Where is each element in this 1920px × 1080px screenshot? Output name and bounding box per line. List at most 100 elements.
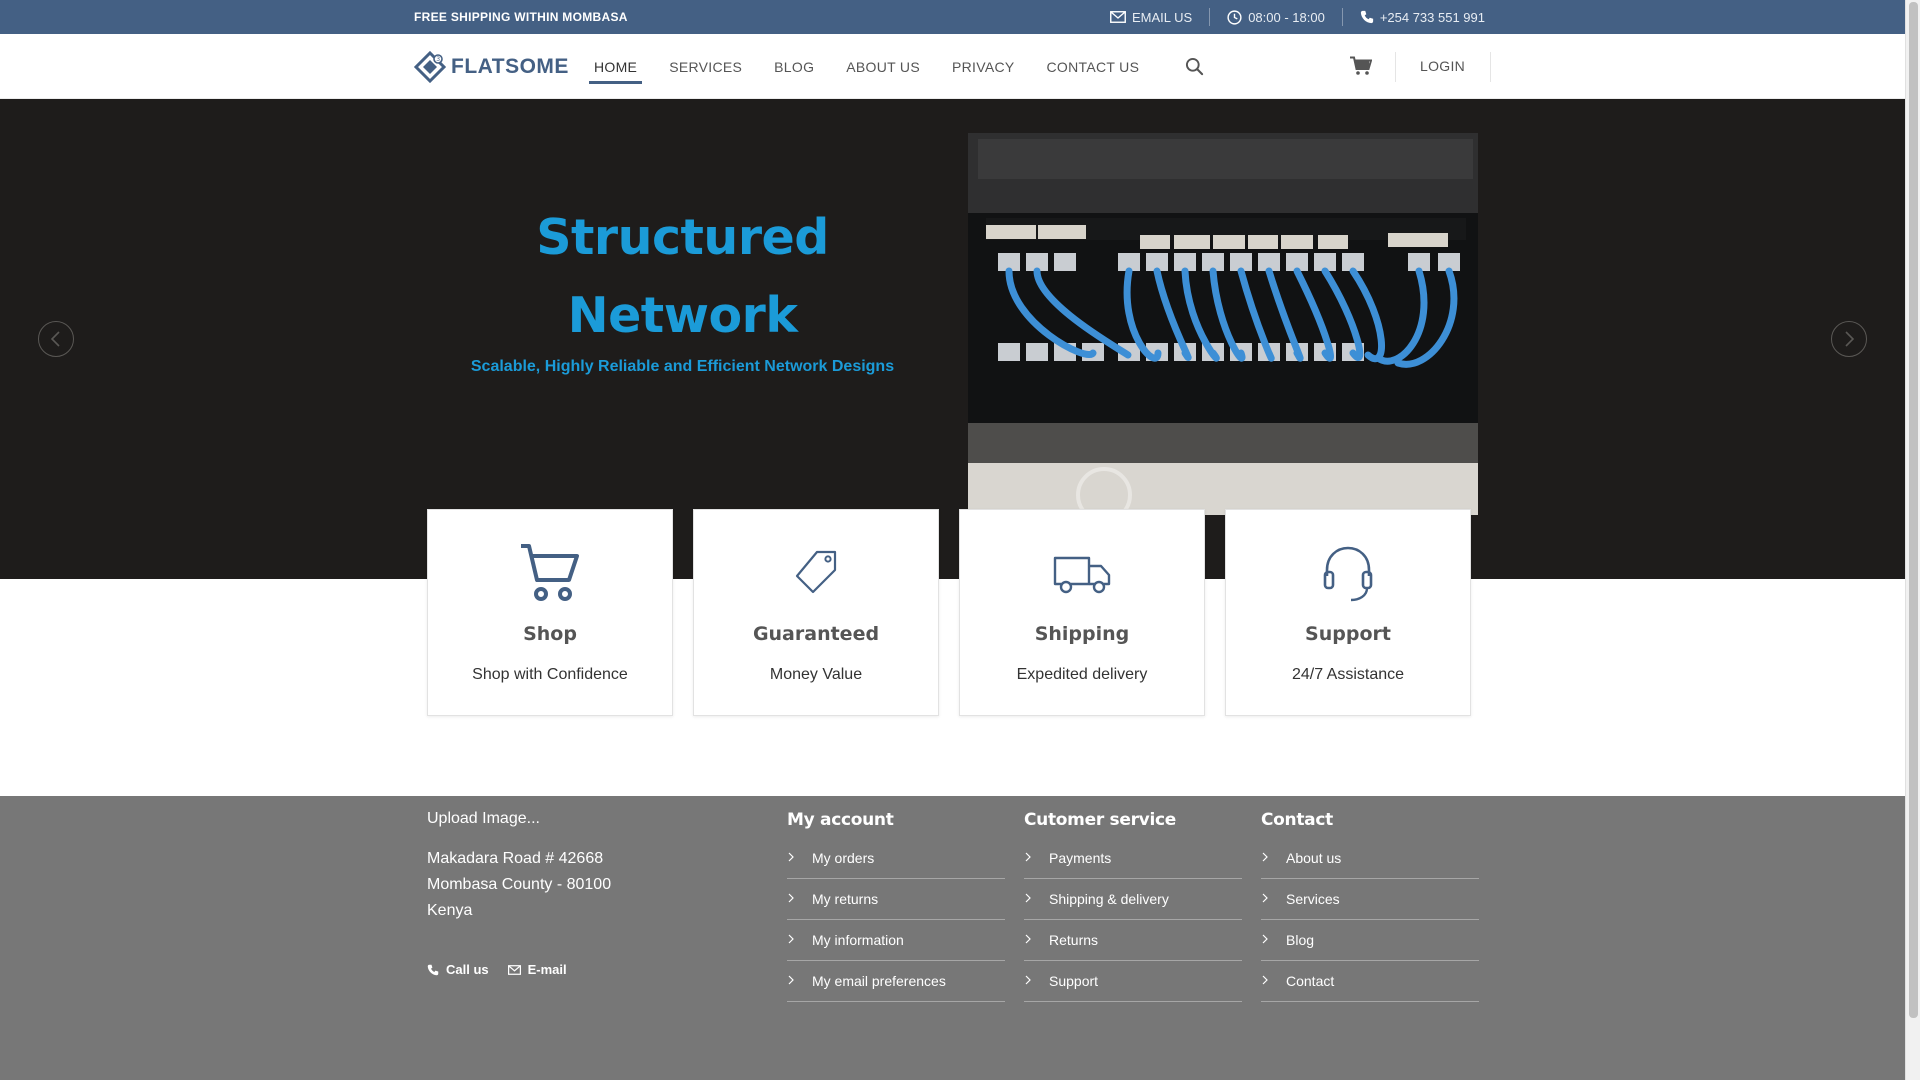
phone-link[interactable]: +254 733 551 991	[1343, 10, 1485, 25]
logo-text: FLATSOME	[451, 55, 569, 78]
footer-link-returns[interactable]: Returns	[1024, 920, 1242, 961]
header-divider	[1395, 52, 1396, 82]
opening-hours: 08:00 - 18:00	[1210, 10, 1342, 25]
nav-services[interactable]: SERVICES	[669, 34, 742, 99]
feature-description: Shop with Confidence	[472, 666, 628, 683]
hero-subtitle: Scalable, Highly Reliable and Efficient …	[470, 358, 895, 375]
email-link[interactable]: E-mail	[507, 962, 567, 977]
hero-title-line1: Structured	[536, 209, 829, 266]
call-us-label: Call us	[446, 962, 489, 977]
footer-contact-links: Call us E-mail	[427, 962, 611, 977]
footer-link-support[interactable]: Support	[1024, 961, 1242, 1002]
main-header: 3 FLATSOME HOME SERVICES BLOG ABOUT US P…	[0, 34, 1905, 99]
headset-icon	[1323, 546, 1373, 602]
cart-icon	[521, 544, 579, 601]
nav-contact-us[interactable]: CONTACT US	[1047, 34, 1140, 99]
feature-title: Shop	[523, 623, 577, 645]
search-button[interactable]	[1185, 57, 1204, 81]
phone-icon	[1360, 10, 1373, 24]
svg-text:3: 3	[436, 56, 440, 63]
envelope-icon	[1110, 11, 1126, 23]
footer-column-customer-service: Cutomer service Payments Shipping & deli…	[1024, 810, 1242, 1002]
footer-address: Makadara Road # 42668 Mombasa County - 8…	[427, 846, 611, 924]
footer-column-heading: My account	[787, 810, 894, 830]
email-us-link[interactable]: EMAIL US	[1093, 10, 1209, 25]
envelope-icon	[507, 964, 521, 975]
upload-image-placeholder: Upload Image...	[427, 810, 540, 827]
hero-title: Structured Network	[470, 199, 895, 355]
email-label: E-mail	[527, 962, 567, 977]
nav-about-us[interactable]: ABOUT US	[846, 34, 920, 99]
chevron-right-icon	[788, 975, 794, 985]
footer-link-my-information[interactable]: My information	[787, 920, 1005, 961]
scrollbar-thumb[interactable]	[1909, 2, 1918, 1018]
page: FREE SHIPPING WITHIN MOMBASA EMAIL US 08…	[0, 0, 1905, 1080]
phone-number: +254 733 551 991	[1379, 9, 1485, 25]
footer-address-column: Upload Image... Makadara Road # 42668 Mo…	[427, 810, 611, 977]
logo-icon: 3	[414, 51, 446, 83]
shopping-cart-icon	[1350, 56, 1373, 75]
hours-text: 08:00 - 18:00	[1248, 9, 1325, 25]
feature-card-support[interactable]: Support 24/7 Assistance	[1225, 509, 1471, 716]
chevron-right-icon	[788, 934, 794, 944]
chevron-right-icon	[1262, 975, 1268, 985]
login-link[interactable]: LOGIN	[1420, 58, 1465, 74]
phone-icon	[427, 964, 439, 975]
footer-link-about-us[interactable]: About us	[1261, 838, 1479, 879]
feature-card-shipping[interactable]: Shipping Expedited delivery	[959, 509, 1205, 716]
site-footer: Upload Image... Makadara Road # 42668 Mo…	[0, 796, 1905, 1080]
header-divider	[1490, 52, 1491, 82]
vertical-scrollbar[interactable]	[1905, 0, 1920, 1080]
chevron-right-icon	[1025, 893, 1031, 903]
footer-column-heading: Contact	[1261, 810, 1333, 830]
feature-card-shop[interactable]: Shop Shop with Confidence	[427, 509, 673, 716]
footer-link-services[interactable]: Services	[1261, 879, 1479, 920]
tag-icon	[795, 550, 837, 594]
footer-link-payments[interactable]: Payments	[1024, 838, 1242, 879]
nav-home[interactable]: HOME	[588, 34, 643, 99]
chevron-right-icon	[1845, 331, 1855, 347]
chevron-right-icon	[1025, 975, 1031, 985]
nav-privacy[interactable]: PRIVACY	[952, 34, 1015, 99]
patch-panel-illustration	[968, 133, 1478, 515]
chevron-right-icon	[1025, 852, 1031, 862]
slider-next-button[interactable]	[1831, 321, 1867, 357]
address-line: Kenya	[427, 902, 473, 919]
footer-link-shipping-delivery[interactable]: Shipping & delivery	[1024, 879, 1242, 920]
footer-link-my-email-preferences[interactable]: My email preferences	[787, 961, 1005, 1002]
search-icon	[1185, 57, 1204, 76]
feature-card-guaranteed[interactable]: Guaranteed Money Value	[693, 509, 939, 716]
feature-title: Shipping	[1034, 623, 1130, 645]
feature-title: Guaranteed	[752, 623, 880, 645]
feature-description: 24/7 Assistance	[1291, 666, 1405, 683]
address-line: Makadara Road # 42668	[427, 850, 604, 867]
footer-link-my-orders[interactable]: My orders	[787, 838, 1005, 879]
nav-blog[interactable]: BLOG	[774, 34, 814, 99]
footer-link-blog[interactable]: Blog	[1261, 920, 1479, 961]
chevron-right-icon	[788, 893, 794, 903]
footer-link-my-returns[interactable]: My returns	[787, 879, 1005, 920]
call-us-link[interactable]: Call us	[427, 962, 489, 977]
hero-slider: Structured Network Scalable, Highly Reli…	[0, 99, 1905, 579]
cart-button[interactable]	[1350, 56, 1373, 81]
footer-column-heading: Cutomer service	[1024, 810, 1176, 830]
clock-icon	[1227, 9, 1242, 25]
chevron-left-icon	[50, 331, 60, 347]
shipping-promo: FREE SHIPPING WITHIN MOMBASA	[414, 10, 628, 24]
slider-prev-button[interactable]	[38, 321, 74, 357]
chevron-right-icon	[788, 852, 794, 862]
site-logo[interactable]: 3 FLATSOME	[414, 51, 569, 83]
top-bar-contacts: EMAIL US 08:00 - 18:00 +254 733 551 991	[1093, 0, 1485, 34]
chevron-right-icon	[1262, 934, 1268, 944]
feature-cards: Shop Shop with Confidence Guaranteed Mon…	[427, 509, 1473, 716]
chevron-right-icon	[1262, 852, 1268, 862]
chevron-right-icon	[1262, 893, 1268, 903]
network-patch-panel-image	[968, 133, 1478, 515]
hero-title-line2: Network	[567, 287, 798, 344]
feature-description: Money Value	[769, 666, 863, 683]
feature-title: Support	[1305, 623, 1391, 645]
footer-link-contact[interactable]: Contact	[1261, 961, 1479, 1002]
email-us-label: EMAIL US	[1131, 9, 1193, 25]
truck-icon	[1053, 556, 1111, 594]
address-line: Mombasa County - 80100	[427, 876, 612, 893]
